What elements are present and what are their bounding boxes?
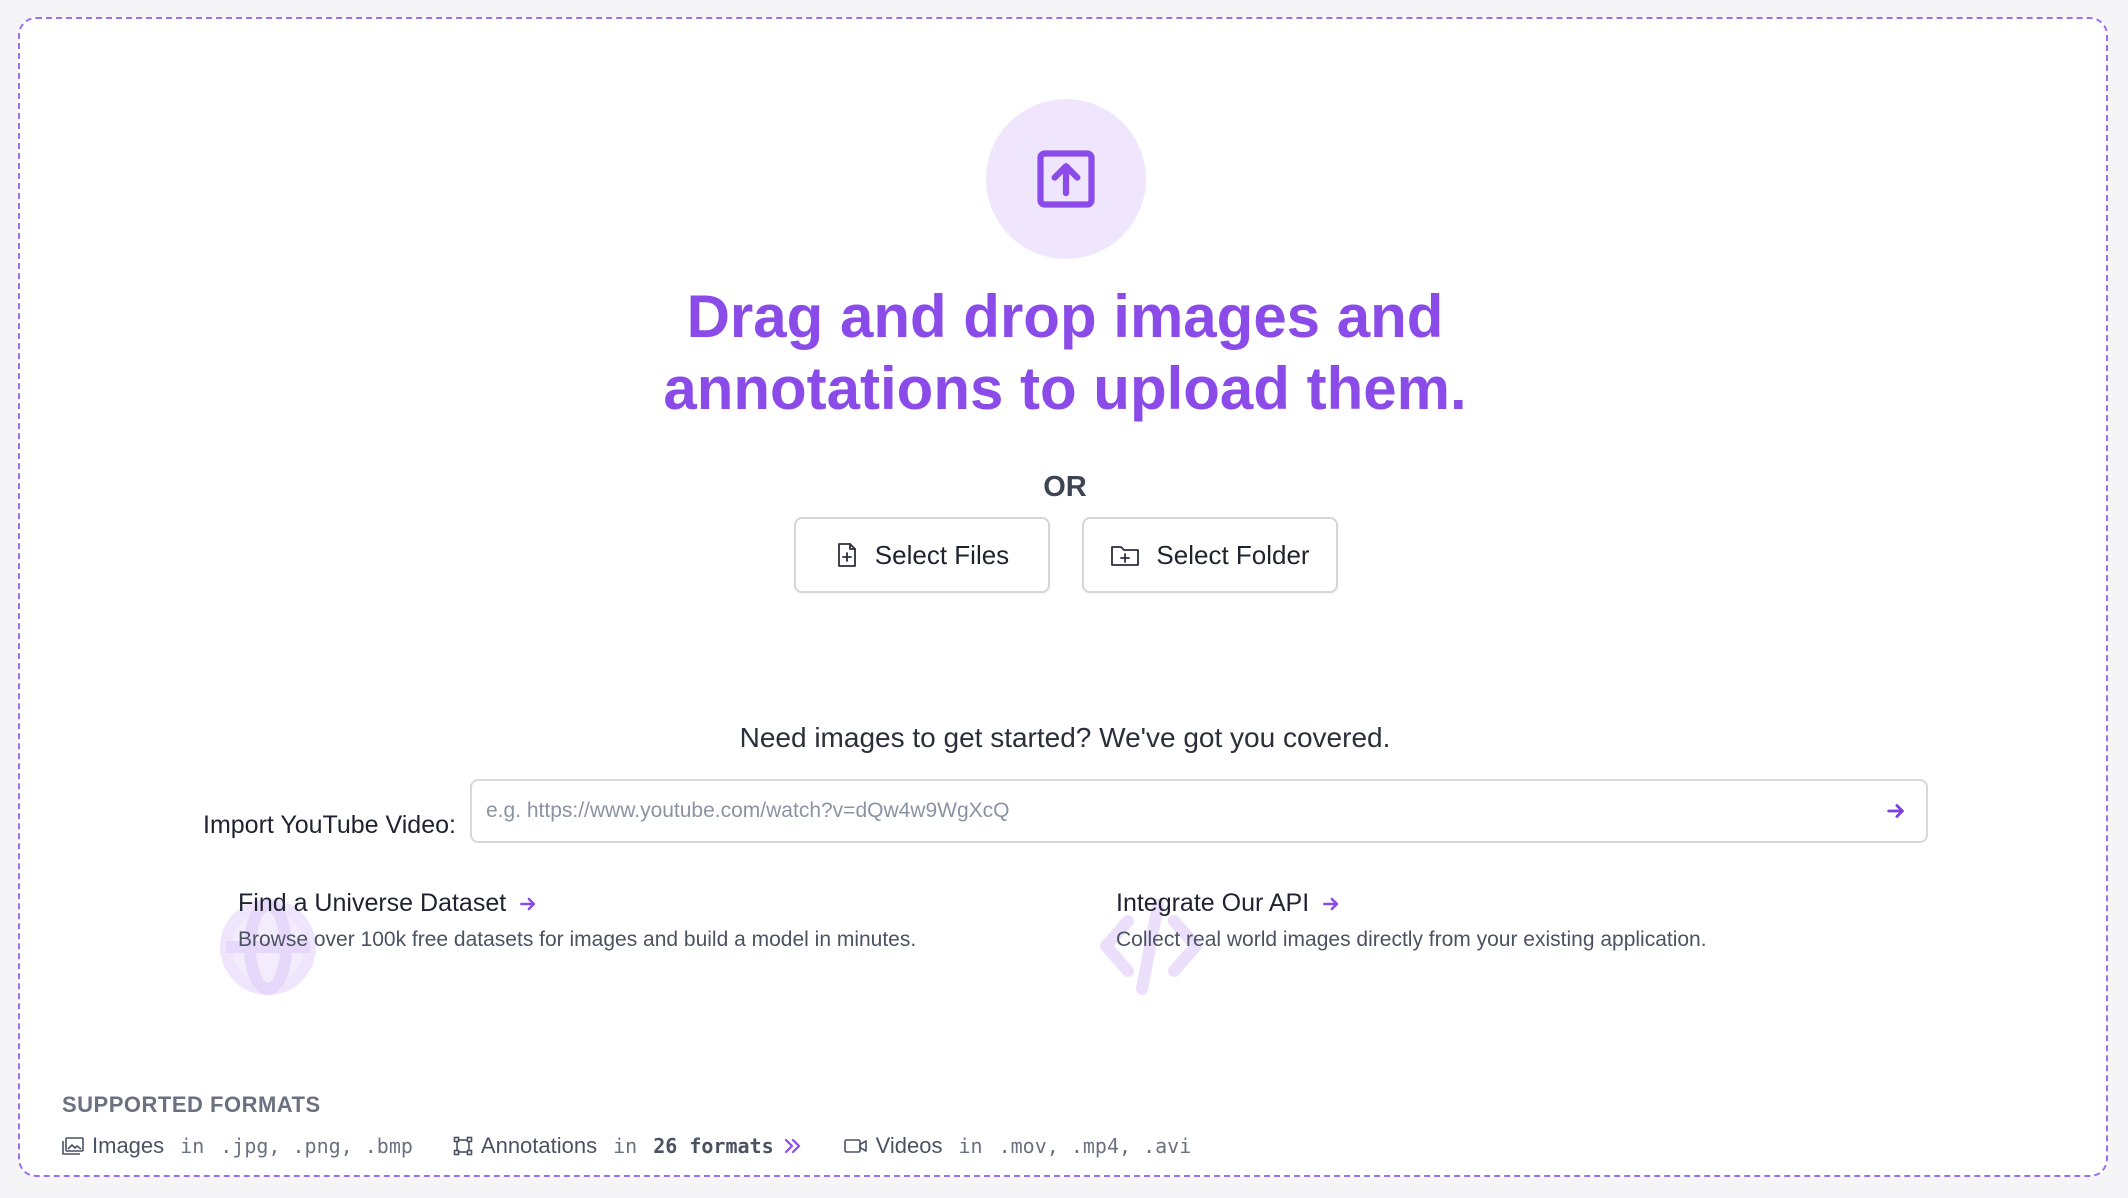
double-chevron-right-icon: [784, 1138, 800, 1154]
format-videos-list: .mov, .mp4, .avi: [998, 1134, 1192, 1158]
integrate-api-description: Collect real world images directly from …: [1116, 928, 1707, 951]
format-videos-in: in: [958, 1134, 983, 1158]
folder-plus-icon: [1111, 546, 1140, 566]
youtube-url-input[interactable]: [472, 781, 1852, 841]
or-divider-label: OR: [1043, 471, 1087, 503]
select-folder-label: Select Folder: [1156, 539, 1310, 570]
upload-arrow-icon: [1037, 150, 1095, 208]
supported-formats-heading: SUPPORTED FORMATS: [62, 1092, 321, 1117]
headline-line-2: annotations to upload them.: [663, 355, 1467, 422]
format-videos: Videos in .mov, .mp4, .avi: [843, 1133, 1192, 1159]
arrow-right-icon: [1887, 804, 1904, 818]
need-images-heading: Need images to get started? We've got yo…: [739, 722, 1391, 753]
format-annotations-label: Annotations: [480, 1133, 598, 1158]
format-images: Images in .jpg, .png, .bmp: [62, 1133, 413, 1159]
upload-dropzone[interactable]: Drag and drop images and annotations to …: [18, 17, 2108, 1177]
format-videos-label: Videos: [875, 1133, 943, 1158]
youtube-submit-button[interactable]: [1880, 795, 1912, 827]
integrate-api-title: Integrate Our API: [1116, 889, 1310, 917]
format-annotations: Annotations in 26 formats: [453, 1133, 804, 1159]
youtube-import-label: Import YouTube Video:: [203, 811, 456, 839]
format-annotations-in: in: [613, 1134, 638, 1158]
select-files-button[interactable]: Select Files: [794, 517, 1050, 593]
format-images-in: in: [180, 1134, 205, 1158]
format-images-list: .jpg, .png, .bmp: [220, 1134, 413, 1158]
upload-icon-circle: [986, 99, 1146, 259]
integrate-api-link[interactable]: Integrate Our API: [1116, 889, 1707, 918]
arrow-right-icon: [1323, 897, 1339, 910]
universe-dataset-title: Find a Universe Dataset: [238, 889, 507, 917]
supported-formats-list: Images in .jpg, .png, .bmp Annotations i…: [62, 1133, 1231, 1159]
bounding-box-icon: [453, 1136, 473, 1156]
format-annotations-count: 26 formats: [653, 1134, 774, 1158]
select-folder-button[interactable]: Select Folder: [1082, 517, 1338, 593]
universe-dataset-link[interactable]: Find a Universe Dataset: [238, 889, 916, 918]
integrate-api-card[interactable]: Integrate Our API Collect real world ima…: [1100, 889, 1707, 995]
headline-line-1: Drag and drop images and: [686, 283, 1444, 350]
select-files-label: Select Files: [874, 539, 1010, 570]
video-camera-icon: [843, 1139, 867, 1153]
file-plus-icon: [837, 543, 856, 567]
image-icon: [62, 1137, 84, 1155]
universe-dataset-card[interactable]: Find a Universe Dataset Browse over 100k…: [220, 889, 917, 995]
annotation-formats-link[interactable]: 26 formats: [653, 1134, 803, 1158]
format-images-label: Images: [92, 1133, 165, 1158]
universe-dataset-description: Browse over 100k free datasets for image…: [238, 928, 917, 951]
youtube-url-field: [470, 779, 1928, 843]
dropzone-headline: Drag and drop images and annotations to …: [20, 281, 2110, 425]
arrow-right-icon: [520, 897, 536, 910]
